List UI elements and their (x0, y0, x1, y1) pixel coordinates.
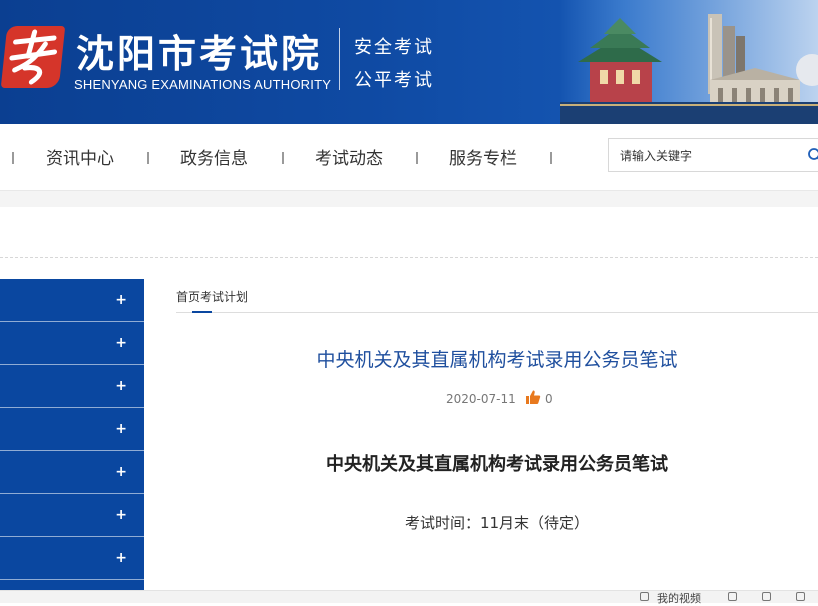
nav-separator (147, 152, 149, 164)
nav-separator (550, 152, 552, 164)
article-title: 中央机关及其直属机构考试录用公务员笔试 (316, 349, 678, 371)
article-body-heading: 中央机关及其直属机构考试录用公务员笔试 (326, 454, 668, 475)
city-skyline-image (560, 0, 818, 124)
site-title: 沈阳市考试院 (76, 32, 323, 76)
sidebar-item[interactable]: + (0, 451, 144, 494)
toolbar-icon[interactable] (762, 592, 771, 601)
slogan-line-1: 安全考试 (354, 37, 434, 58)
sidebar-item[interactable]: + (0, 322, 144, 365)
nav-item-government[interactable]: 政务信息 (180, 144, 248, 169)
sidebar-item[interactable]: + (0, 365, 144, 408)
site-header: 沈阳市考试院 SHENYANG EXAMINATIONS AUTHORITY 安… (0, 0, 818, 124)
article-body-text: 考试时间：11月末（待定） (404, 514, 590, 532)
plus-icon[interactable]: + (115, 421, 127, 437)
main-nav: 资讯中心 政务信息 考试动态 服务专栏 (0, 124, 818, 191)
like-count: 0 (545, 392, 553, 406)
plus-icon[interactable]: + (115, 507, 127, 523)
nav-item-news[interactable]: 资讯中心 (46, 144, 114, 169)
my-videos-link[interactable]: 我的视频 (657, 590, 701, 606)
breadcrumb-divider (176, 312, 818, 313)
sidebar-item[interactable]: + (0, 279, 144, 322)
logo-icon[interactable] (0, 26, 66, 88)
breadcrumb-home-link[interactable]: 首页 (176, 290, 200, 304)
video-icon[interactable] (640, 592, 649, 601)
search-box (608, 138, 818, 173)
bottom-toolbar: 我的视频 (0, 590, 818, 606)
slogan-line-2: 公平考试 (354, 70, 434, 91)
nav-separator (12, 152, 14, 164)
banner-band (0, 191, 818, 258)
breadcrumb: 首页考试计划 (176, 288, 248, 305)
site-subtitle: SHENYANG EXAMINATIONS AUTHORITY (74, 77, 332, 92)
nav-separator (416, 152, 418, 164)
thumbs-up-icon[interactable] (525, 389, 541, 405)
breadcrumb-current[interactable]: 考试计划 (200, 290, 248, 304)
sidebar-item[interactable]: + (0, 494, 144, 537)
sidebar-item[interactable]: + (0, 408, 144, 451)
toolbar-icon[interactable] (796, 592, 805, 601)
plus-icon[interactable]: + (115, 292, 127, 308)
breadcrumb-accent (192, 311, 212, 313)
nav-item-exam-news[interactable]: 考试动态 (315, 144, 383, 169)
slogan-divider (339, 28, 340, 90)
sidebar-item[interactable]: + (0, 537, 144, 580)
nav-item-services[interactable]: 服务专栏 (449, 144, 517, 169)
sidebar: + + + + + + + (0, 279, 144, 602)
plus-icon[interactable]: + (115, 378, 127, 394)
search-icon[interactable] (807, 147, 818, 163)
plus-icon[interactable]: + (115, 464, 127, 480)
toolbar-icon[interactable] (728, 592, 737, 601)
search-input[interactable] (609, 139, 812, 173)
plus-icon[interactable]: + (115, 335, 127, 351)
article-date: 2020-07-11 (446, 392, 516, 406)
plus-icon[interactable]: + (115, 550, 127, 566)
nav-separator (282, 152, 284, 164)
band-strip (0, 191, 818, 207)
